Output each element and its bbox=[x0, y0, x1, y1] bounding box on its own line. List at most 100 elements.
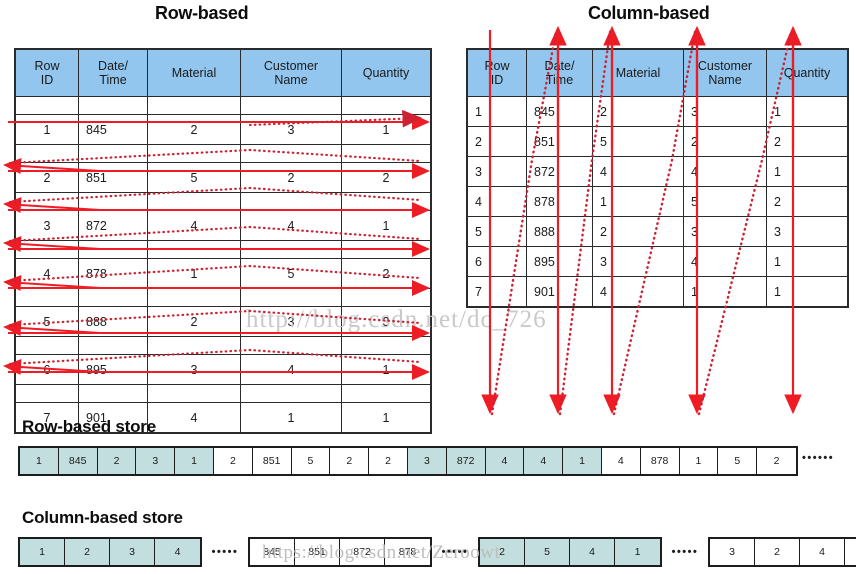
cell-customer-name: 4 bbox=[683, 156, 767, 187]
table-row: 4 878 1 5 2 bbox=[466, 186, 849, 217]
row-store-cell: 1 bbox=[563, 448, 602, 474]
header-line-1: Quantity bbox=[783, 66, 831, 80]
table-row: 2 851 5 2 2 bbox=[466, 126, 849, 157]
table-spacer-row bbox=[14, 192, 432, 211]
cell-date-time: 888 bbox=[78, 306, 148, 337]
cell-customer-name: 4 bbox=[683, 246, 767, 277]
header-customer-name: Customer Name bbox=[683, 48, 767, 97]
column-store-cell: 3 bbox=[710, 539, 755, 565]
table-row: 6 895 3 4 1 bbox=[466, 246, 849, 277]
cell-quantity: 1 bbox=[766, 276, 849, 308]
cell-date-time: 845 bbox=[78, 114, 148, 145]
header-line-1: Date/ bbox=[544, 59, 575, 73]
cell-material: 4 bbox=[592, 276, 684, 308]
header-line-1: Customer bbox=[697, 59, 753, 73]
cell-material: 1 bbox=[147, 258, 241, 289]
table-row: 5 888 2 3 3 bbox=[466, 216, 849, 247]
cell-quantity: 1 bbox=[341, 354, 432, 385]
table-spacer-row bbox=[14, 336, 432, 355]
row-store-cell: 2 bbox=[97, 448, 137, 474]
header-line-1: Row bbox=[484, 59, 510, 73]
column-store-cell: 1 bbox=[615, 539, 660, 565]
cell-material: 4 bbox=[592, 156, 684, 187]
cell-material: 3 bbox=[147, 354, 241, 385]
cell-quantity: 2 bbox=[341, 258, 432, 289]
row-store-cell: 2 bbox=[213, 448, 253, 474]
cell-row-id: 3 bbox=[466, 156, 527, 187]
cell-customer-name: 2 bbox=[240, 162, 342, 193]
cell-customer-name: 4 bbox=[240, 354, 342, 385]
column-store-group: 845 851 872 878 bbox=[248, 537, 432, 567]
header-line-1: Row bbox=[34, 59, 60, 73]
header-date-time: Date/ Time bbox=[526, 48, 593, 97]
cell-quantity: 2 bbox=[341, 162, 432, 193]
header-line-1: Quantity bbox=[362, 66, 410, 80]
row-store-cell: 3 bbox=[136, 448, 176, 474]
column-store-cell: 1 bbox=[20, 539, 65, 565]
column-store-separator-dots: ••••• bbox=[441, 546, 469, 558]
row-store-cell: 872 bbox=[446, 448, 486, 474]
column-store-cell: 2 bbox=[755, 539, 800, 565]
row-store-cell: 878 bbox=[640, 448, 680, 474]
column-store-separator-dots: ••••• bbox=[671, 546, 699, 558]
row-based-table: Row ID Date/ Time Material Customer Name… bbox=[14, 48, 432, 434]
header-line-1: Date/ bbox=[98, 59, 128, 73]
cell-quantity: 3 bbox=[341, 306, 432, 337]
column-store-cell: 2 bbox=[65, 539, 110, 565]
column-store-separator-dots: ••••• bbox=[211, 546, 239, 558]
table-row: 1 845 2 3 1 bbox=[14, 114, 432, 145]
table-row: 6 895 3 4 1 bbox=[14, 354, 432, 385]
column-based-table: Row ID Date/ Time Material Customer Name… bbox=[466, 48, 849, 308]
table-spacer-row bbox=[14, 384, 432, 403]
cell-quantity: 3 bbox=[766, 216, 849, 247]
header-line-1: Material bbox=[615, 66, 661, 80]
row-store-group: 1 845 2 3 1 2 851 5 2 2 3 872 4 4 1 4 878 1 5 2 bbox=[18, 446, 798, 476]
table-spacer-row bbox=[14, 288, 432, 307]
table-header-row: Row ID Date/ Time Material Customer Name… bbox=[14, 48, 432, 97]
table-row: 4 878 1 5 2 bbox=[14, 258, 432, 289]
row-based-store-strip: 1 845 2 3 1 2 851 5 2 2 3 872 4 4 1 4 878 1 5 2 bbox=[18, 446, 798, 476]
cell-material: 5 bbox=[592, 126, 684, 157]
cell-date-time: 888 bbox=[526, 216, 593, 247]
header-line-2: Name bbox=[274, 73, 308, 87]
cell-date-time: 851 bbox=[526, 126, 593, 157]
cell-row-id: 1 bbox=[466, 96, 527, 127]
row-based-title: Row-based bbox=[155, 3, 249, 23]
column-store-cell: 5 bbox=[845, 539, 856, 565]
row-store-cell: 851 bbox=[252, 448, 292, 474]
cell-row-id: 4 bbox=[466, 186, 527, 217]
cell-row-id: 3 bbox=[14, 210, 79, 241]
row-store-cell: 5 bbox=[718, 448, 758, 474]
header-line-1: Material bbox=[171, 66, 217, 80]
cell-customer-name: 3 bbox=[240, 306, 342, 337]
table-row: 3 872 4 4 1 bbox=[466, 156, 849, 187]
row-store-cell: 1 bbox=[679, 448, 719, 474]
row-store-trailing-dots: •••••• bbox=[802, 452, 835, 464]
row-store-cell: 3 bbox=[407, 448, 447, 474]
cell-row-id: 2 bbox=[466, 126, 527, 157]
row-store-cell: 4 bbox=[524, 448, 564, 474]
cell-material: 2 bbox=[147, 114, 241, 145]
header-material: Material bbox=[147, 48, 241, 97]
cell-customer-name: 5 bbox=[240, 258, 342, 289]
header-row-id: Row ID bbox=[466, 48, 527, 97]
column-based-store-strip: 1234•••••845851872878•••••2541•••••3245•… bbox=[18, 537, 856, 567]
cell-date-time: 901 bbox=[526, 276, 593, 308]
column-store-cell: 851 bbox=[295, 539, 340, 565]
table-spacer-row bbox=[14, 144, 432, 163]
cell-quantity: 1 bbox=[341, 210, 432, 241]
cell-material: 2 bbox=[147, 306, 241, 337]
cell-customer-name: 3 bbox=[240, 114, 342, 145]
header-date-time: Date/ Time bbox=[78, 48, 148, 97]
table-spacer-row bbox=[14, 96, 432, 115]
column-store-cell: 2 bbox=[480, 539, 525, 565]
cell-customer-name: 4 bbox=[240, 210, 342, 241]
cell-row-id: 7 bbox=[466, 276, 527, 308]
header-line-1: Customer bbox=[263, 59, 319, 73]
cell-row-id: 6 bbox=[466, 246, 527, 277]
header-customer-name: Customer Name bbox=[240, 48, 342, 97]
cell-material: 4 bbox=[147, 210, 241, 241]
cell-row-id: 1 bbox=[14, 114, 79, 145]
row-store-cell: 1 bbox=[175, 448, 214, 474]
header-quantity: Quantity bbox=[766, 48, 849, 97]
